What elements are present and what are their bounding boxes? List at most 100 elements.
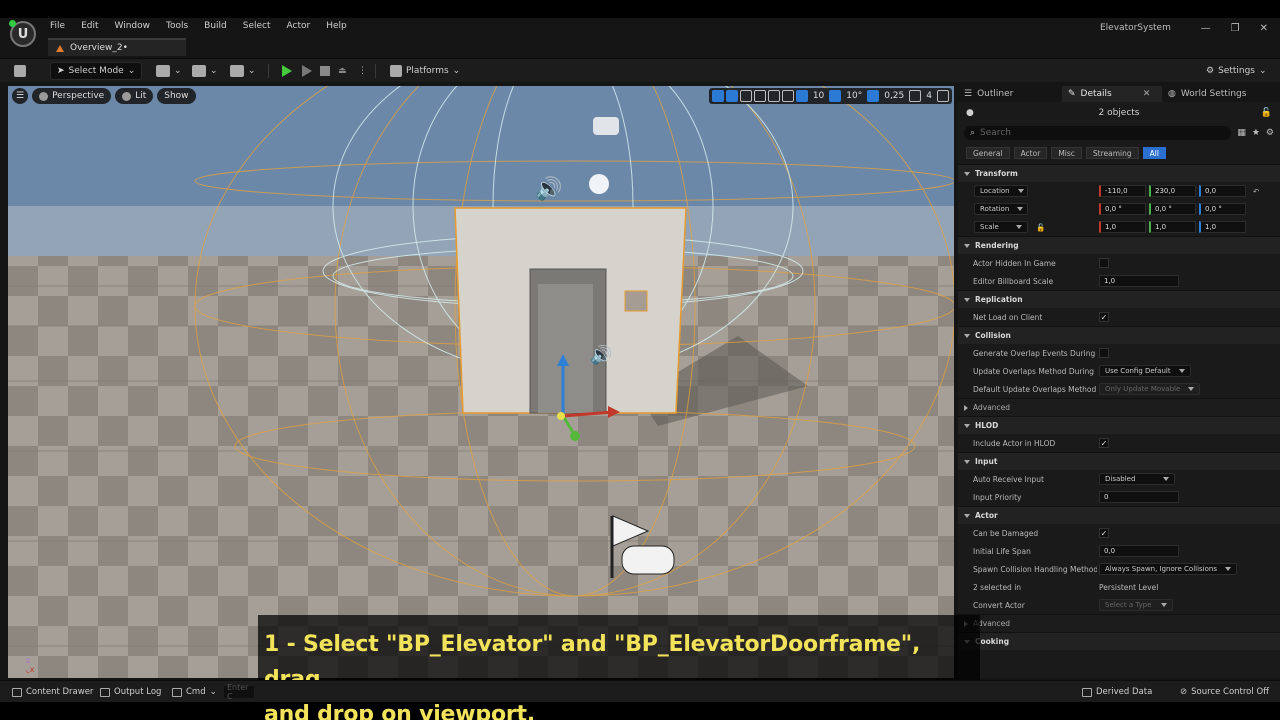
section-input[interactable]: Input [958,452,1280,470]
surface-snap-icon[interactable] [781,90,794,102]
location-mode-dropdown[interactable]: Location [974,185,1028,197]
menu-edit[interactable]: Edit [81,21,106,31]
maximize-viewport-icon[interactable] [937,90,949,102]
location-y-field[interactable]: 230,0 [1149,185,1196,197]
can-be-damaged-checkbox[interactable]: ✓ [1099,528,1109,538]
gear-icon[interactable]: ⚙ [1266,128,1274,138]
scale-y-field[interactable]: 1,0 [1149,221,1196,233]
reset-icon[interactable]: ↶ [1253,187,1259,196]
menu-file[interactable]: File [50,21,73,31]
translate-tool-icon[interactable] [725,90,738,102]
eject-button[interactable]: ⏏ [338,62,347,80]
grid-snap-icon[interactable] [795,90,808,102]
cinematics-button[interactable]: ⌄ [230,62,256,80]
restore-icon[interactable]: ❐ [1231,23,1240,34]
minimize-icon[interactable]: — [1201,23,1211,34]
lit-button[interactable]: Lit [115,88,154,104]
rotate-tool-icon[interactable] [739,90,752,102]
camera-speed-value[interactable]: 4 [923,91,935,101]
step-button[interactable] [302,62,312,80]
section-hlod[interactable]: HLOD [958,416,1280,434]
input-priority-field[interactable]: 0 [1099,491,1179,503]
play-options-button[interactable]: ⋮ [358,62,367,80]
level-tab[interactable]: Overview_2• [48,38,186,56]
select-tool-icon[interactable] [711,90,724,102]
blueprint-button[interactable]: ⌄ [192,62,218,80]
menu-window[interactable]: Window [115,21,159,31]
section-transform[interactable]: Transform [958,164,1280,182]
filter-actor[interactable]: Actor [1013,147,1048,159]
rotation-y-field[interactable]: 0,0 ° [1149,203,1196,215]
location-x-field[interactable]: -110,0 [1099,185,1146,197]
rotation-x-field[interactable]: 0,0 ° [1099,203,1146,215]
billboard-scale-field[interactable]: 1,0 [1099,275,1179,287]
section-replication[interactable]: Replication [958,290,1280,308]
filter-misc[interactable]: Misc [1051,147,1082,159]
section-rendering[interactable]: Rendering [958,236,1280,254]
world-local-icon[interactable] [767,90,780,102]
perspective-button[interactable]: Perspective [32,88,112,104]
favorites-icon[interactable]: ★ [1252,128,1260,138]
convert-actor-dropdown[interactable]: Select a Type [1099,599,1173,611]
grid-view-icon[interactable]: ▦ [1237,128,1246,138]
output-log-button[interactable]: Output Log [100,685,161,699]
scale-z-field[interactable]: 1,0 [1199,221,1246,233]
scale-x-field[interactable]: 1,0 [1099,221,1146,233]
add-actor-button[interactable]: ⌄ [156,62,182,80]
menu-actor[interactable]: Actor [287,21,319,31]
settings-dropdown[interactable]: ⚙ Settings ⌄ [1206,62,1267,80]
camera-speed-icon[interactable] [909,90,922,102]
play-button[interactable] [282,62,292,80]
rotation-z-field[interactable]: 0,0 ° [1199,203,1246,215]
include-hlod-checkbox[interactable]: ✓ [1099,438,1109,448]
location-z-field[interactable]: 0,0 [1199,185,1246,197]
section-cooking[interactable]: Cooking [958,632,1280,650]
grid-snap-value[interactable]: 10 [810,91,827,101]
filter-all[interactable]: All [1142,147,1166,159]
lock-scale-icon[interactable]: 🔓 [1036,223,1045,232]
select-mode-dropdown[interactable]: ➤ Select Mode ⌄ [50,62,143,80]
filter-general[interactable]: General [966,147,1010,159]
scale-tool-icon[interactable] [753,90,766,102]
level-viewport[interactable]: 🔊 🔊 ☰ Perspective Lit Show 10 10° 0,25 4… [8,86,954,678]
initial-life-span-field[interactable]: 0,0 [1099,545,1179,557]
content-drawer-button[interactable]: Content Drawer [12,685,93,699]
rotation-snap-value[interactable]: 10° [843,91,865,101]
actor-hidden-checkbox[interactable] [1099,258,1109,268]
section-collision[interactable]: Collision [958,326,1280,344]
menu-select[interactable]: Select [243,21,279,31]
viewport-menu-button[interactable]: ☰ [12,88,29,104]
rotation-mode-dropdown[interactable]: Rotation [974,203,1028,215]
filter-streaming[interactable]: Streaming [1085,147,1139,159]
tab-world-settings[interactable]: ◍ World Settings [1162,86,1252,102]
section-actor[interactable]: Actor [958,506,1280,524]
generate-overlap-checkbox[interactable] [1099,348,1109,358]
menu-help[interactable]: Help [326,21,355,31]
close-tab-icon[interactable]: ✕ [1143,89,1151,99]
console-command-input[interactable]: Enter C [224,683,254,701]
platforms-dropdown[interactable]: Platforms ⌄ [390,62,460,80]
gizmo-y-handle[interactable] [570,431,580,441]
lock-icon[interactable]: 🔓 [1261,108,1272,118]
update-overlaps-dropdown[interactable]: Use Config Default [1099,365,1191,377]
spawn-collision-dropdown[interactable]: Always Spawn, Ignore Collisions [1099,563,1237,575]
section-collision-advanced[interactable]: Advanced [958,398,1280,416]
section-actor-advanced[interactable]: Advanced [958,614,1280,632]
auto-receive-input-dropdown[interactable]: Disabled [1099,473,1175,485]
menu-tools[interactable]: Tools [166,21,196,31]
gizmo-center[interactable] [557,412,565,420]
cmd-dropdown[interactable]: Cmd ⌄ [172,685,217,699]
scale-snap-icon[interactable] [867,90,880,102]
close-icon[interactable]: ✕ [1260,23,1268,34]
net-load-checkbox[interactable]: ✓ [1099,312,1109,322]
derived-data-button[interactable]: Derived Data [1082,685,1152,699]
menu-build[interactable]: Build [204,21,235,31]
tab-outliner[interactable]: ☰ Outliner [958,86,1062,102]
scale-mode-dropdown[interactable]: Scale [974,221,1028,233]
show-button[interactable]: Show [157,88,196,104]
save-button[interactable] [14,62,26,80]
details-search-input[interactable]: ⌕ Search [964,126,1232,140]
source-control-button[interactable]: ⊘ Source Control Off [1180,685,1269,699]
rotation-snap-icon[interactable] [829,90,842,102]
scale-snap-value[interactable]: 0,25 [881,91,907,101]
